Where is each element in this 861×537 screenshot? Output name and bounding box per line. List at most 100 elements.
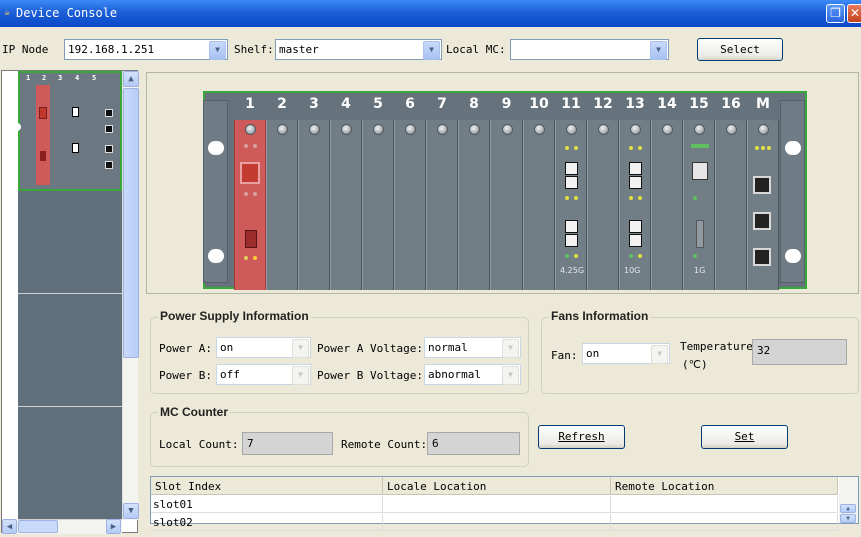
slot-card[interactable] (394, 120, 426, 290)
thumb-slot-number: 5 (92, 74, 97, 82)
close-button[interactable]: ✕ (847, 4, 861, 23)
screw-icon (758, 124, 769, 135)
led-strip (691, 144, 709, 148)
select-button[interactable]: Select (697, 38, 783, 61)
restore-button[interactable]: ❐ (826, 4, 845, 23)
slot-card[interactable] (651, 120, 683, 290)
scroll-down-icon[interactable]: ▼ (123, 503, 139, 519)
slot-card[interactable] (715, 120, 747, 290)
hscroll-thumb[interactable] (18, 520, 58, 533)
scroll-left-icon[interactable]: ◀ (2, 519, 17, 534)
slot-card[interactable] (266, 120, 298, 290)
shelf-knob (11, 123, 21, 131)
scroll-thumb[interactable] (123, 88, 139, 358)
rj45-port-icon (753, 212, 771, 230)
shelf-label: Shelf: (234, 43, 274, 56)
slot-card[interactable] (362, 120, 394, 290)
table-vertical-scrollbar[interactable]: ▲ ▼ (839, 477, 858, 523)
table-cell[interactable]: slot01 (151, 496, 383, 513)
led-indicator (638, 254, 642, 258)
shelf-thumbnail-empty[interactable] (18, 408, 122, 520)
slot-card[interactable] (458, 120, 490, 290)
temperature-field[interactable]: 32 (752, 339, 847, 365)
fan-select[interactable]: on ▼ (582, 343, 670, 364)
slot-card[interactable]: 10G (619, 120, 651, 290)
shelf-tree-panel[interactable]: 1 2 3 4 5 ▲ ▼ ◀ ▶ (1, 70, 139, 534)
table-cell[interactable] (611, 514, 838, 531)
set-button[interactable]: Set (701, 425, 788, 449)
table-cell[interactable] (611, 496, 838, 513)
shelf-knob (7, 268, 17, 276)
column-header-locale-location[interactable]: Locale Location (383, 477, 611, 495)
shelf-thumbnail-empty[interactable] (18, 192, 122, 294)
slot-speed-label: 1G (694, 266, 706, 275)
shelf-thumbnail-empty[interactable] (18, 295, 122, 407)
column-header-remote-location[interactable]: Remote Location (611, 477, 838, 495)
led-indicator (693, 254, 697, 258)
power-a-select[interactable]: on ▼ (216, 337, 311, 358)
slot-card[interactable] (490, 120, 523, 290)
led-indicator (565, 146, 569, 150)
horizontal-scrollbar[interactable]: ◀ ▶ (2, 519, 122, 534)
screw-icon (726, 124, 737, 135)
table-row[interactable]: slot01 (151, 496, 838, 513)
led-indicator (565, 254, 569, 258)
slot-card[interactable]: 1G (683, 120, 715, 290)
slot-card[interactable] (587, 120, 619, 290)
vertical-scrollbar[interactable]: ▲ ▼ (122, 71, 139, 520)
table-cell[interactable] (383, 514, 611, 531)
led-indicator (767, 146, 771, 150)
shelf-knob (7, 375, 17, 383)
scroll-right-icon[interactable]: ▶ (106, 519, 121, 534)
led-indicator (755, 146, 759, 150)
led-indicator (638, 146, 642, 150)
scroll-down-icon[interactable]: ▼ (840, 514, 856, 523)
power-b-value: off (220, 368, 240, 381)
screw-icon (405, 124, 416, 135)
screw-icon (534, 124, 545, 135)
scroll-up-icon[interactable]: ▲ (123, 71, 139, 87)
slot-table[interactable]: Slot Index Locale Location Remote Locati… (150, 476, 859, 531)
column-header-slot-index[interactable]: Slot Index (151, 477, 383, 495)
remote-count-field[interactable]: 6 (427, 432, 520, 455)
slot-card[interactable] (747, 120, 779, 290)
thumb-card-red (36, 85, 50, 185)
screw-icon (694, 124, 705, 135)
led-indicator (244, 144, 248, 148)
led-indicator (574, 196, 578, 200)
led-indicator (253, 144, 257, 148)
power-a-voltage-select[interactable]: normal ▼ (424, 337, 521, 358)
local-count-field[interactable]: 7 (242, 432, 333, 455)
shelf-select[interactable]: master ▼ (275, 39, 442, 60)
local-mc-label: Local MC: (446, 43, 506, 56)
slot-card[interactable] (426, 120, 458, 290)
screw-icon (662, 124, 673, 135)
shelf-thumbnail-selected[interactable]: 1 2 3 4 5 (11, 71, 122, 191)
refresh-button[interactable]: Refresh (538, 425, 625, 449)
power-b-select[interactable]: off ▼ (216, 364, 311, 385)
led-indicator (638, 196, 642, 200)
table-row[interactable]: slot02 (151, 514, 838, 531)
slot-card[interactable] (330, 120, 362, 290)
screw-icon (502, 124, 513, 135)
scroll-up-icon[interactable]: ▲ (840, 504, 856, 513)
led-indicator (253, 192, 257, 196)
led-indicator (629, 254, 633, 258)
table-cell[interactable] (383, 496, 611, 513)
power-a-voltage-label: Power A Voltage: (317, 342, 423, 355)
slot-card[interactable] (234, 120, 266, 290)
thumb-slot-number: 3 (58, 74, 63, 82)
power-b-voltage-select[interactable]: abnormal ▼ (424, 364, 521, 385)
local-mc-select[interactable]: ▼ (510, 39, 669, 60)
table-cell[interactable]: slot02 (151, 514, 383, 531)
screw-icon (373, 124, 384, 135)
chassis: 1 2 3 4 5 6 7 8 9 10 11 4.25G 12 13 10G 14 15 1G 16 M (203, 91, 807, 290)
slot-card[interactable] (298, 120, 330, 290)
ip-node-select[interactable]: 192.168.1.251 ▼ (64, 39, 228, 60)
shelf-value: master (279, 43, 319, 56)
fans-title: Fans Information (549, 309, 651, 323)
chevron-down-icon: ▼ (209, 41, 226, 60)
fan-label: Fan: (551, 349, 578, 362)
slot-card[interactable] (523, 120, 555, 290)
slot-card[interactable]: 4.25G (555, 120, 587, 290)
